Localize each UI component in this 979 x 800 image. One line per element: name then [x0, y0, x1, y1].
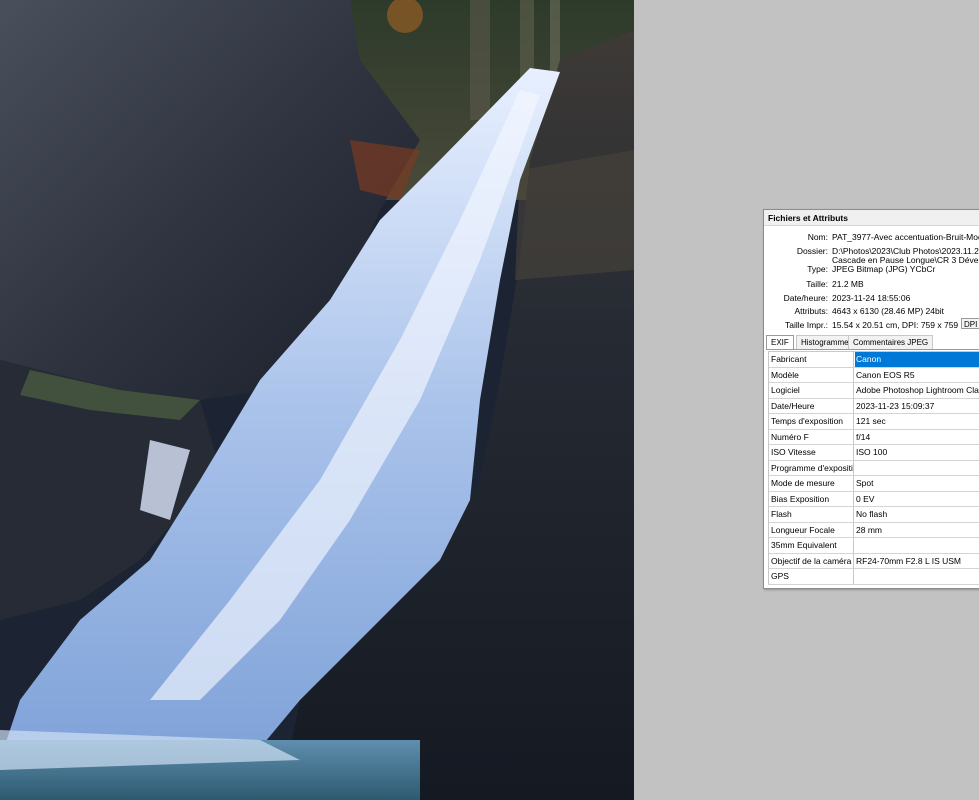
image-viewer[interactable]: [0, 0, 634, 800]
exif-value: Canon EOS R5: [856, 369, 915, 380]
exif-value: [855, 538, 979, 553]
exif-value: No flash: [856, 509, 888, 519]
exif-value: [855, 569, 979, 584]
exif-row-exposure-time[interactable]: Temps d'exposition 121 sec: [769, 414, 979, 430]
exif-value: [855, 461, 979, 476]
exif-value: 0 EV: [856, 493, 875, 504]
exif-value: Canon: [855, 352, 979, 367]
tab-exif[interactable]: EXIF: [766, 335, 794, 350]
info-value: 4643 x 6130 (28.46 MP) 24bit: [832, 306, 944, 316]
info-key: Taille:: [806, 279, 828, 289]
exif-key: ISO Vitesse: [769, 445, 854, 460]
exif-row-make[interactable]: Fabricant Canon: [769, 352, 979, 368]
exif-row-metering-mode[interactable]: Mode de mesure Spot: [769, 476, 979, 492]
waterfall-photo: [0, 0, 634, 800]
exif-key: Mode de mesure: [769, 476, 854, 491]
exif-key: Fabricant: [769, 352, 854, 367]
exif-key: GPS: [769, 569, 854, 584]
exif-row-model[interactable]: Modèle Canon EOS R5: [769, 367, 979, 383]
info-value: JPEG Bitmap (JPG) YCbCr: [832, 264, 936, 274]
exif-row-software[interactable]: Logiciel Adobe Photoshop Lightroom Class…: [769, 383, 979, 399]
info-key: Nom:: [807, 232, 828, 242]
exif-key: Flash: [769, 507, 854, 522]
exif-row-focal-length[interactable]: Longueur Focale 28 mm: [769, 522, 979, 538]
info-key: Attributs:: [794, 306, 828, 316]
exif-row-flash[interactable]: Flash No flash: [769, 507, 979, 523]
info-key: Type:: [807, 264, 828, 274]
info-value: 2023-11-24 18:55:06: [832, 293, 911, 303]
info-tabs: EXIF Histogramme Commentaires JPEG: [766, 335, 979, 350]
exif-key: 35mm Equivalent: [769, 538, 854, 553]
exif-row-gps[interactable]: GPS: [769, 569, 979, 585]
exif-table: Fabricant Canon Modèle Canon EOS R5 Logi…: [768, 351, 979, 585]
exif-value: 2023-11-23 15:09:37: [856, 400, 935, 411]
tab-jpeg-comments[interactable]: Commentaires JPEG: [848, 335, 934, 349]
exif-value: Adobe Photoshop Lightroom Classic 1: [856, 385, 979, 395]
file-properties-panel: Fichiers et Attributs Nom: PAT_3977-Avec…: [763, 209, 979, 589]
exif-value: 121 sec: [856, 416, 886, 426]
exif-value: f/14: [856, 431, 871, 442]
info-key: Taille Impr.:: [785, 320, 828, 330]
exif-row-datetime[interactable]: Date/Heure 2023-11-23 15:09:37: [769, 398, 979, 414]
exif-row-f-number[interactable]: Numéro F f/14: [769, 429, 979, 445]
exif-key: Programme d'exposition: [769, 460, 854, 475]
exif-key: Temps d'exposition: [769, 414, 854, 429]
info-value: 21.2 MB: [832, 279, 864, 289]
exif-key: Longueur Focale: [769, 522, 854, 537]
exif-row-exposure-program[interactable]: Programme d'exposition: [769, 460, 979, 476]
exif-key: Numéro F: [769, 429, 854, 444]
info-key: Dossier:: [796, 246, 828, 256]
exif-key: Date/Heure: [769, 398, 854, 413]
exif-row-iso[interactable]: ISO Vitesse ISO 100: [769, 445, 979, 461]
panel-title: Fichiers et Attributs: [764, 210, 979, 226]
info-key: Date/heure:: [783, 293, 828, 303]
exif-row-exposure-bias[interactable]: Bias Exposition 0 EV: [769, 491, 979, 507]
exif-row-35mm-equivalent[interactable]: 35mm Equivalent: [769, 538, 979, 554]
info-value: PAT_3977-Avec accentuation-Bruit-Modifie…: [832, 232, 979, 242]
exif-row-lens[interactable]: Objectif de la caméra RF24-70mm F2.8 L I…: [769, 553, 979, 569]
info-value: 15.54 x 20.51 cm, DPI: 759 x 759: [832, 320, 959, 330]
exif-key: Logiciel: [769, 383, 854, 398]
dpi-button[interactable]: DPI: [961, 318, 979, 329]
exif-key: Bias Exposition: [769, 491, 854, 506]
exif-value: ISO 100: [856, 447, 888, 457]
exif-value: RF24-70mm F2.8 L IS USM: [856, 555, 962, 566]
exif-key: Modèle: [769, 367, 854, 382]
tab-divider: [766, 349, 979, 350]
exif-key: Objectif de la caméra: [769, 553, 854, 568]
exif-value: Spot: [856, 478, 874, 488]
exif-value: 28 mm: [856, 524, 882, 535]
tab-histogram[interactable]: Histogramme: [796, 335, 854, 349]
